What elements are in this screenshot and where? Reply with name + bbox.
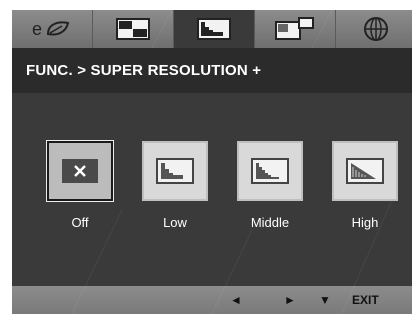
option-label: Low bbox=[163, 215, 187, 230]
exit-button[interactable]: EXIT bbox=[352, 293, 379, 307]
option-label: Off bbox=[71, 215, 89, 230]
tab-settings[interactable] bbox=[336, 10, 412, 48]
picture-icon bbox=[116, 18, 150, 40]
resolution-middle-icon bbox=[251, 158, 289, 184]
resolution-high-icon bbox=[346, 158, 384, 184]
options-panel: Off Low Middle High bbox=[12, 93, 412, 286]
control-bar: ◄ ► ▼ EXIT bbox=[12, 286, 412, 314]
resolution-low-icon bbox=[156, 158, 194, 184]
title-bar: FUNC. > SUPER RESOLUTION + bbox=[12, 48, 412, 93]
option-off-box[interactable] bbox=[47, 141, 113, 201]
option-off[interactable]: Off bbox=[45, 141, 115, 230]
option-high[interactable]: High bbox=[330, 141, 400, 230]
tab-eco[interactable]: e bbox=[12, 10, 92, 48]
left-arrow-button[interactable]: ◄ bbox=[230, 293, 242, 307]
option-label: Middle bbox=[250, 215, 290, 230]
right-arrow-button[interactable]: ► bbox=[284, 293, 296, 307]
option-middle[interactable]: Middle bbox=[235, 141, 305, 230]
option-low[interactable]: Low bbox=[140, 141, 210, 230]
tab-picture[interactable] bbox=[93, 10, 173, 48]
globe-icon bbox=[364, 17, 388, 41]
close-icon bbox=[74, 165, 86, 177]
tab-bar: e bbox=[12, 10, 412, 48]
svg-text:e: e bbox=[32, 19, 42, 39]
option-low-box[interactable] bbox=[142, 141, 208, 201]
down-arrow-button[interactable]: ▼ bbox=[319, 293, 331, 307]
option-high-box[interactable] bbox=[332, 141, 398, 201]
breadcrumb: FUNC. > SUPER RESOLUTION + bbox=[26, 62, 262, 79]
tab-function[interactable] bbox=[174, 10, 254, 48]
eco-icon: e bbox=[32, 19, 70, 39]
option-label: High bbox=[351, 215, 379, 230]
super-resolution-icon bbox=[197, 18, 231, 40]
option-middle-box[interactable] bbox=[237, 141, 303, 201]
osd-menu: e FUNC. > SUPER RESOLUTION + Off Low Mid… bbox=[12, 10, 412, 314]
tab-pip[interactable] bbox=[255, 10, 335, 48]
pip-icon bbox=[275, 17, 314, 40]
